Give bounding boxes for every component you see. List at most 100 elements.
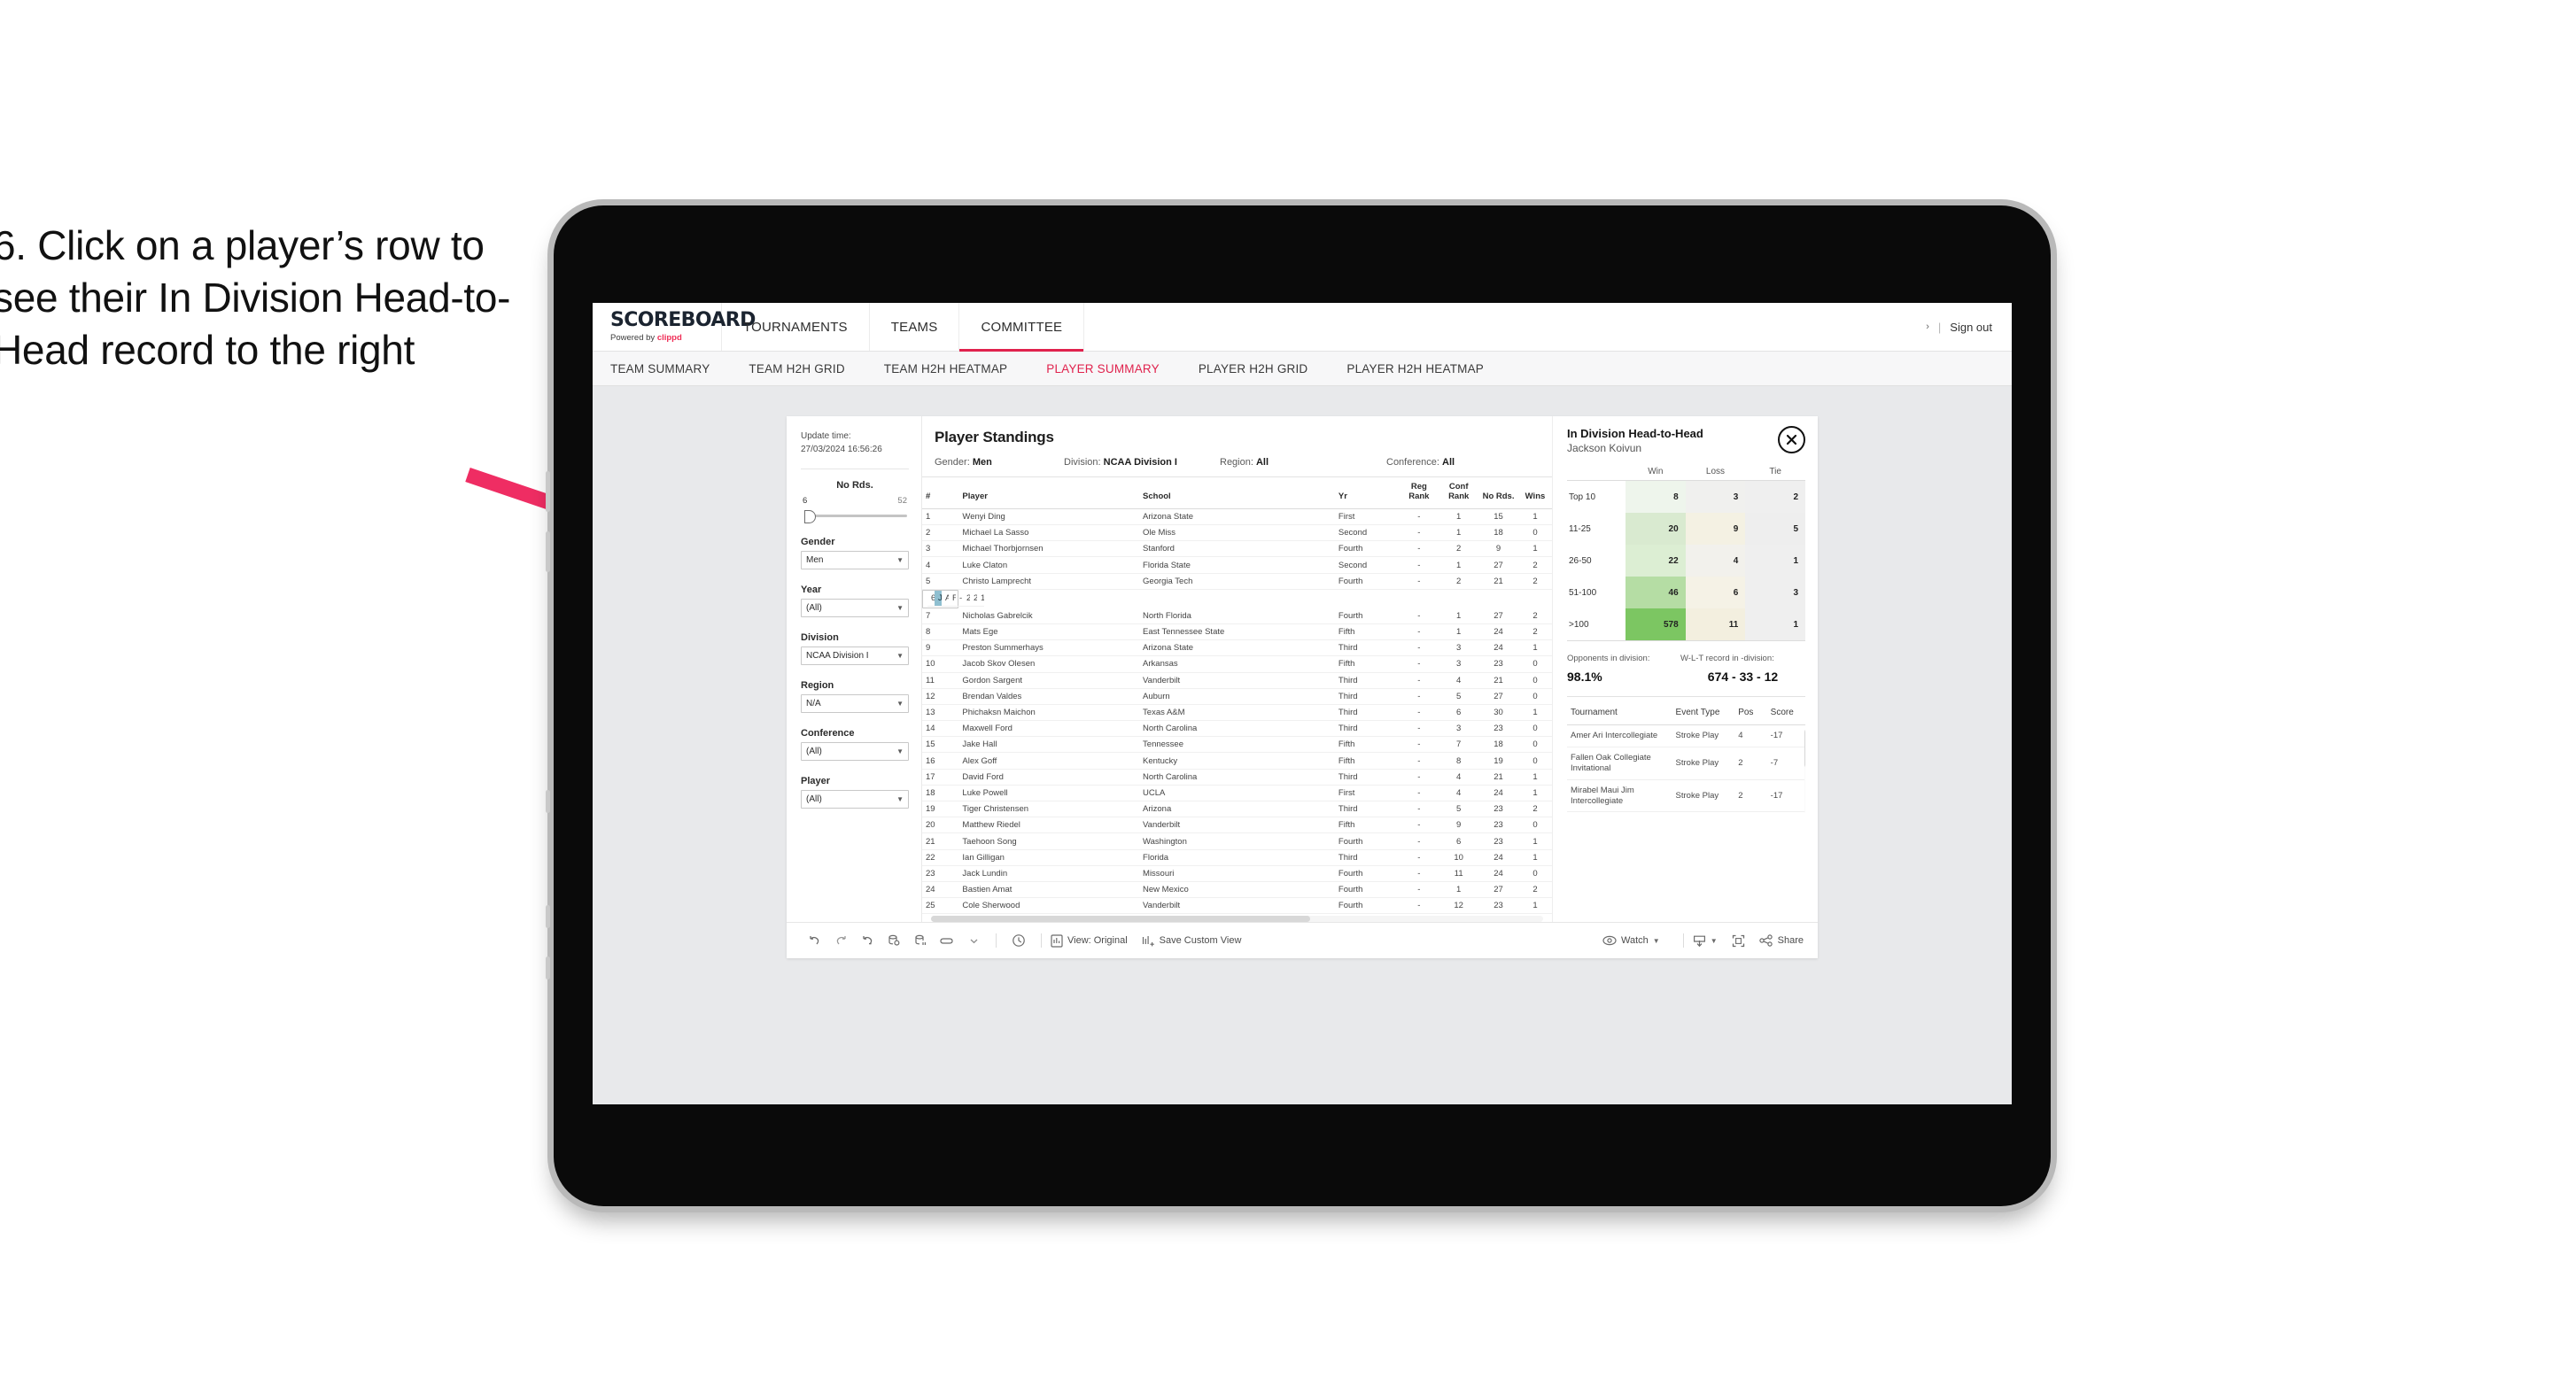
table-cell: Stanford <box>1139 540 1335 558</box>
table-row[interactable]: 8 Mats Ege East Tennessee State Fifth -1 24 2 <box>922 623 1552 641</box>
table-cell: Jacob Skov Olesen <box>958 655 1140 673</box>
scrollbar-thumb[interactable] <box>931 916 1311 923</box>
tournament-scrollbar[interactable] <box>1804 729 1805 814</box>
table-cell: Fifth <box>1334 736 1400 754</box>
app-logo[interactable]: SCOREBOARD Powered by clippd <box>593 303 756 351</box>
table-row[interactable]: 5 Christo Lamprecht Georgia Tech Fourth -2 21… <box>922 573 1552 590</box>
download-button[interactable]: ▼ <box>1693 934 1718 948</box>
sign-out-link[interactable]: Sign out <box>1950 321 1992 334</box>
tt-col-score[interactable]: Score <box>1766 701 1805 725</box>
table-row[interactable]: 4 Luke Claton Florida State Second -1 27 2 <box>922 556 1552 574</box>
scrollbar-thumb[interactable] <box>1804 729 1805 768</box>
col-year[interactable]: Yr <box>1334 477 1400 509</box>
filter-gender-select[interactable]: Men ▼ <box>801 551 909 569</box>
table-cell: 21 <box>1478 672 1518 689</box>
tab-player-summary[interactable]: PLAYER SUMMARY <box>1046 362 1179 376</box>
history-icon[interactable] <box>1005 933 1032 948</box>
table-row[interactable]: 9 Preston Summerhays Arizona State Third -3 2… <box>922 639 1552 657</box>
filter-conference-select[interactable]: (All) ▼ <box>801 742 909 761</box>
nav-tournaments[interactable]: TOURNAMENTS <box>722 303 870 351</box>
table-row[interactable]: 2 Michael La Sasso Ole Miss Second -1 18 0 <box>922 524 1552 542</box>
col-conf-rank[interactable]: Conf Rank <box>1439 477 1479 509</box>
table-row[interactable]: 22 Ian Gilligan Florida Third -10 24 1 <box>922 849 1552 866</box>
standings-table-scroll[interactable]: # Player School Yr Reg Rank Conf Rank No… <box>922 476 1552 923</box>
tab-team-summary[interactable]: TEAM SUMMARY <box>610 362 729 376</box>
filter-division-select[interactable]: NCAA Division I ▼ <box>801 647 909 665</box>
filter-year-select[interactable]: (All) ▼ <box>801 599 909 617</box>
nav-teams[interactable]: TEAMS <box>870 303 960 351</box>
table-row[interactable]: 18 Luke Powell UCLA First -4 24 1 <box>922 785 1552 802</box>
table-cell: Fifth <box>1334 623 1400 641</box>
table-row[interactable]: 13 Phichaksn Maichon Texas A&M Third -6 30 1 <box>922 704 1552 722</box>
pause-auto-update-icon[interactable] <box>907 934 934 947</box>
table-cell: - <box>1399 785 1439 802</box>
tab-team-h2h-heatmap[interactable]: TEAM H2H HEATMAP <box>884 362 1027 376</box>
tab-player-h2h-grid[interactable]: PLAYER H2H GRID <box>1199 362 1328 376</box>
tt-col-pos[interactable]: Pos <box>1734 701 1767 725</box>
table-row[interactable]: 3 Michael Thorbjornsen Stanford Fourth -2 9 1 <box>922 540 1552 558</box>
filter-player-select[interactable]: (All) ▼ <box>801 790 909 809</box>
table-row[interactable]: 10 Jacob Skov Olesen Arkansas Fifth -3 23 0 <box>922 655 1552 673</box>
table-row[interactable]: 14 Maxwell Ford North Carolina Third -3 23 0 <box>922 720 1552 738</box>
table-row[interactable]: 19 Tiger Christensen Arizona Third -5 23 2 <box>922 801 1552 818</box>
slider-handle[interactable] <box>804 510 816 523</box>
revert-icon[interactable] <box>854 935 881 947</box>
tournament-row[interactable]: Amer Ari Intercollegiate Stroke Play 4 -17 <box>1567 725 1805 747</box>
col-school[interactable]: School <box>1139 477 1335 509</box>
table-row[interactable]: 11 Gordon Sargent Vanderbilt Third -4 21 0 <box>922 672 1552 689</box>
table-cell: 0 <box>1517 688 1552 705</box>
loop-icon[interactable] <box>934 936 960 946</box>
tournament-row[interactable]: Fallen Oak Collegiate Invitational Stroke… <box>1567 747 1805 780</box>
table-row[interactable]: 23 Jack Lundin Missouri Fourth -11 24 0 <box>922 865 1552 882</box>
refresh-data-icon[interactable] <box>881 934 907 947</box>
table-cell: Ole Miss <box>1139 524 1335 542</box>
table-row[interactable]: 7 Nicholas Gabrelcik North Florida Fourth -1… <box>922 608 1552 624</box>
table-row[interactable]: 15 Jake Hall Tennessee Fifth -7 18 0 <box>922 736 1552 754</box>
share-nodes-icon <box>1758 934 1773 948</box>
watch-button[interactable]: Watch ▼ <box>1602 935 1660 946</box>
col-player[interactable]: Player <box>958 477 1140 509</box>
table-cell: 1 <box>1517 849 1552 866</box>
table-row[interactable]: 1 Wenyi Ding Arizona State First -1 15 1 <box>922 508 1552 526</box>
tournament-row[interactable]: SEC Match Play hosted by Jerry Pate Roun… <box>1567 811 1805 817</box>
tt-col-event-type[interactable]: Event Type <box>1672 701 1735 725</box>
save-custom-view-button[interactable]: Save Custom View <box>1142 934 1241 948</box>
filter-region-label: Region <box>801 680 834 691</box>
col-reg-rank[interactable]: Reg Rank <box>1399 477 1439 509</box>
tab-team-h2h-grid[interactable]: TEAM H2H GRID <box>749 362 864 376</box>
table-row[interactable]: 12 Brendan Valdes Auburn Third -5 27 0 <box>922 688 1552 705</box>
standings-header: Player Standings Gender: Men Division: N… <box>922 416 1552 476</box>
table-cell: Mats Ege <box>958 623 1140 641</box>
table-cell: 20 <box>922 817 959 834</box>
table-row[interactable]: 21 Taehoon Song Washington Fourth -6 23 1 <box>922 832 1552 850</box>
redo-icon[interactable] <box>827 935 854 947</box>
tt-col-tournament[interactable]: Tournament <box>1567 701 1672 725</box>
close-circle-icon[interactable] <box>1778 426 1805 453</box>
table-row[interactable]: 24 Bastien Amat New Mexico Fourth -1 27 2 <box>922 881 1552 899</box>
tournament-list-scroll[interactable]: Amer Ari Intercollegiate Stroke Play 4 -17 F… <box>1567 725 1805 817</box>
table-row[interactable]: 25 Cole Sherwood Vanderbilt Fourth -12 23 1 <box>922 897 1552 915</box>
table-row[interactable]: 6Jackson KoivunAuburnFirst-2271 <box>922 589 984 608</box>
horizontal-scrollbar[interactable] <box>931 916 1543 923</box>
chevron-right-icon[interactable]: › <box>1926 321 1929 332</box>
table-cell: - <box>1399 655 1439 673</box>
dropdown-caret-icon[interactable] <box>960 938 987 944</box>
filter-sidebar: Update time: 27/03/2024 16:56:26 No Rds.… <box>787 416 922 923</box>
filter-region-select[interactable]: N/A ▼ <box>801 694 909 713</box>
filter-division-label: Division <box>801 632 839 643</box>
view-original-button[interactable]: View: Original <box>1051 934 1128 948</box>
col-index[interactable]: # <box>922 477 959 509</box>
table-row[interactable]: 17 David Ford North Carolina Third -4 21 1 <box>922 769 1552 786</box>
col-wins[interactable]: Wins <box>1517 477 1552 509</box>
share-button[interactable]: Share <box>1758 934 1804 948</box>
table-row[interactable]: 20 Matthew Riedel Vanderbilt Fifth -9 23 0 <box>922 817 1552 834</box>
tab-player-h2h-heatmap[interactable]: PLAYER H2H HEATMAP <box>1346 362 1503 376</box>
tournament-row[interactable]: Mirabel Maui Jim Intercollegiate Stroke P… <box>1567 779 1805 813</box>
nav-committee[interactable]: COMMITTEE <box>959 303 1085 352</box>
fullscreen-button[interactable] <box>1732 934 1745 948</box>
table-cell: 27 <box>970 591 977 608</box>
col-no-rds[interactable]: No Rds. <box>1478 477 1518 509</box>
table-row[interactable]: 16 Alex Goff Kentucky Fifth -8 19 0 <box>922 752 1552 770</box>
no-rounds-slider[interactable] <box>801 509 909 523</box>
undo-icon[interactable] <box>801 935 827 947</box>
